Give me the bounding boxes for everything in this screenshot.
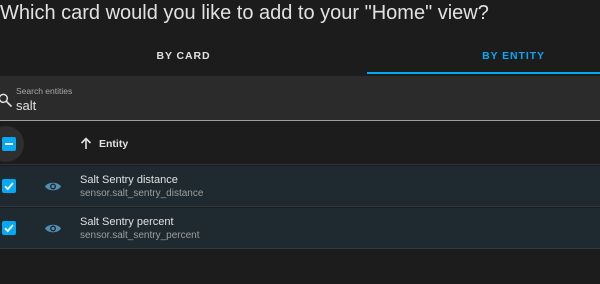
row-checkbox[interactable] bbox=[2, 179, 16, 193]
tab-by-entity[interactable]: BY ENTITY bbox=[367, 37, 600, 75]
table-row[interactable]: Salt Sentry percent sensor.salt_sentry_p… bbox=[0, 208, 600, 249]
tab-bar: BY CARD BY ENTITY bbox=[0, 37, 600, 75]
search-icon[interactable] bbox=[0, 92, 13, 108]
check-icon bbox=[4, 224, 14, 233]
row-checkbox[interactable] bbox=[2, 221, 16, 235]
column-header-entity[interactable]: Entity bbox=[99, 138, 128, 150]
arrow-up-icon[interactable] bbox=[80, 137, 92, 150]
search-label: Search entities bbox=[16, 86, 73, 96]
entity-id: sensor.salt_sentry_distance bbox=[80, 188, 204, 199]
dialog-title: Which card would you like to add to your… bbox=[0, 2, 489, 24]
select-all-checkbox[interactable] bbox=[2, 137, 16, 151]
search-field[interactable]: Search entities bbox=[0, 76, 600, 121]
eye-icon bbox=[45, 224, 61, 233]
select-all-checkbox-ripple[interactable] bbox=[0, 126, 24, 162]
entity-name: Salt Sentry distance bbox=[80, 174, 178, 186]
search-input[interactable] bbox=[16, 98, 576, 113]
eye-icon bbox=[45, 182, 61, 191]
indeterminate-icon bbox=[5, 143, 13, 145]
tab-by-card[interactable]: BY CARD bbox=[0, 37, 367, 75]
check-icon bbox=[4, 182, 14, 191]
add-card-dialog: Which card would you like to add to your… bbox=[0, 0, 600, 284]
entity-name: Salt Sentry percent bbox=[80, 216, 174, 228]
table-row[interactable]: Salt Sentry distance sensor.salt_sentry_… bbox=[0, 166, 600, 207]
entity-id: sensor.salt_sentry_percent bbox=[80, 230, 200, 241]
tab-active-indicator bbox=[367, 72, 600, 74]
